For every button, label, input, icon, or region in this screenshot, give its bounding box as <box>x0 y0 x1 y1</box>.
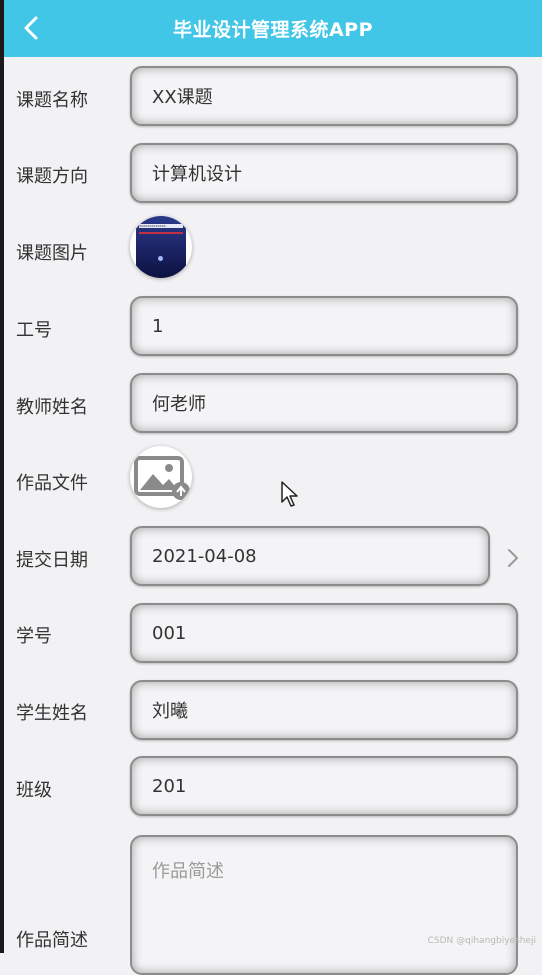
work-description-textarea[interactable]: 作品简述 <box>130 835 518 975</box>
app-header: 毕业设计管理系统APP <box>4 0 542 57</box>
image-upload-icon <box>134 456 190 500</box>
topic-name-input[interactable]: XX课题 <box>130 66 518 126</box>
teacher-name-input[interactable]: 何老师 <box>130 373 518 433</box>
work-file-upload[interactable] <box>130 446 192 508</box>
work-file-label: 作品文件 <box>16 473 88 494</box>
chevron-right-icon <box>508 549 518 567</box>
teacher-name-label: 教师姓名 <box>16 397 88 418</box>
staff-id-input[interactable]: 1 <box>130 296 518 356</box>
staff-id-label: 工号 <box>16 320 52 341</box>
watermark: CSDN @qihangbiyesheji <box>427 936 536 946</box>
topic-image-thumbnail[interactable]: XXXXXXXXXXXXX <box>130 216 192 278</box>
class-label: 班级 <box>16 780 52 801</box>
topic-image-label: 课题图片 <box>16 243 88 264</box>
back-button[interactable] <box>14 11 48 45</box>
student-name-label: 学生姓名 <box>16 703 88 724</box>
topic-image-picture: XXXXXXXXXXXXX <box>136 216 186 278</box>
topic-direction-input[interactable]: 计算机设计 <box>130 143 518 203</box>
class-input[interactable]: 201 <box>130 756 518 816</box>
topic-image-caption: XXXXXXXXXXXXX <box>139 224 183 228</box>
submit-date-picker[interactable]: 2021-04-08 <box>130 526 490 586</box>
student-name-input[interactable]: 刘曦 <box>130 680 518 740</box>
topic-direction-label: 课题方向 <box>16 166 88 187</box>
window-edge <box>0 0 4 953</box>
chevron-left-icon <box>24 16 38 40</box>
topic-name-label: 课题名称 <box>16 90 88 111</box>
page-title: 毕业设计管理系统APP <box>172 19 374 41</box>
work-description-label: 作品简述 <box>16 930 88 951</box>
submit-date-label: 提交日期 <box>16 550 88 571</box>
date-picker-button[interactable] <box>500 545 526 571</box>
student-id-label: 学号 <box>16 626 52 647</box>
mouse-cursor-icon <box>281 481 298 507</box>
student-id-input[interactable]: 001 <box>130 603 518 663</box>
